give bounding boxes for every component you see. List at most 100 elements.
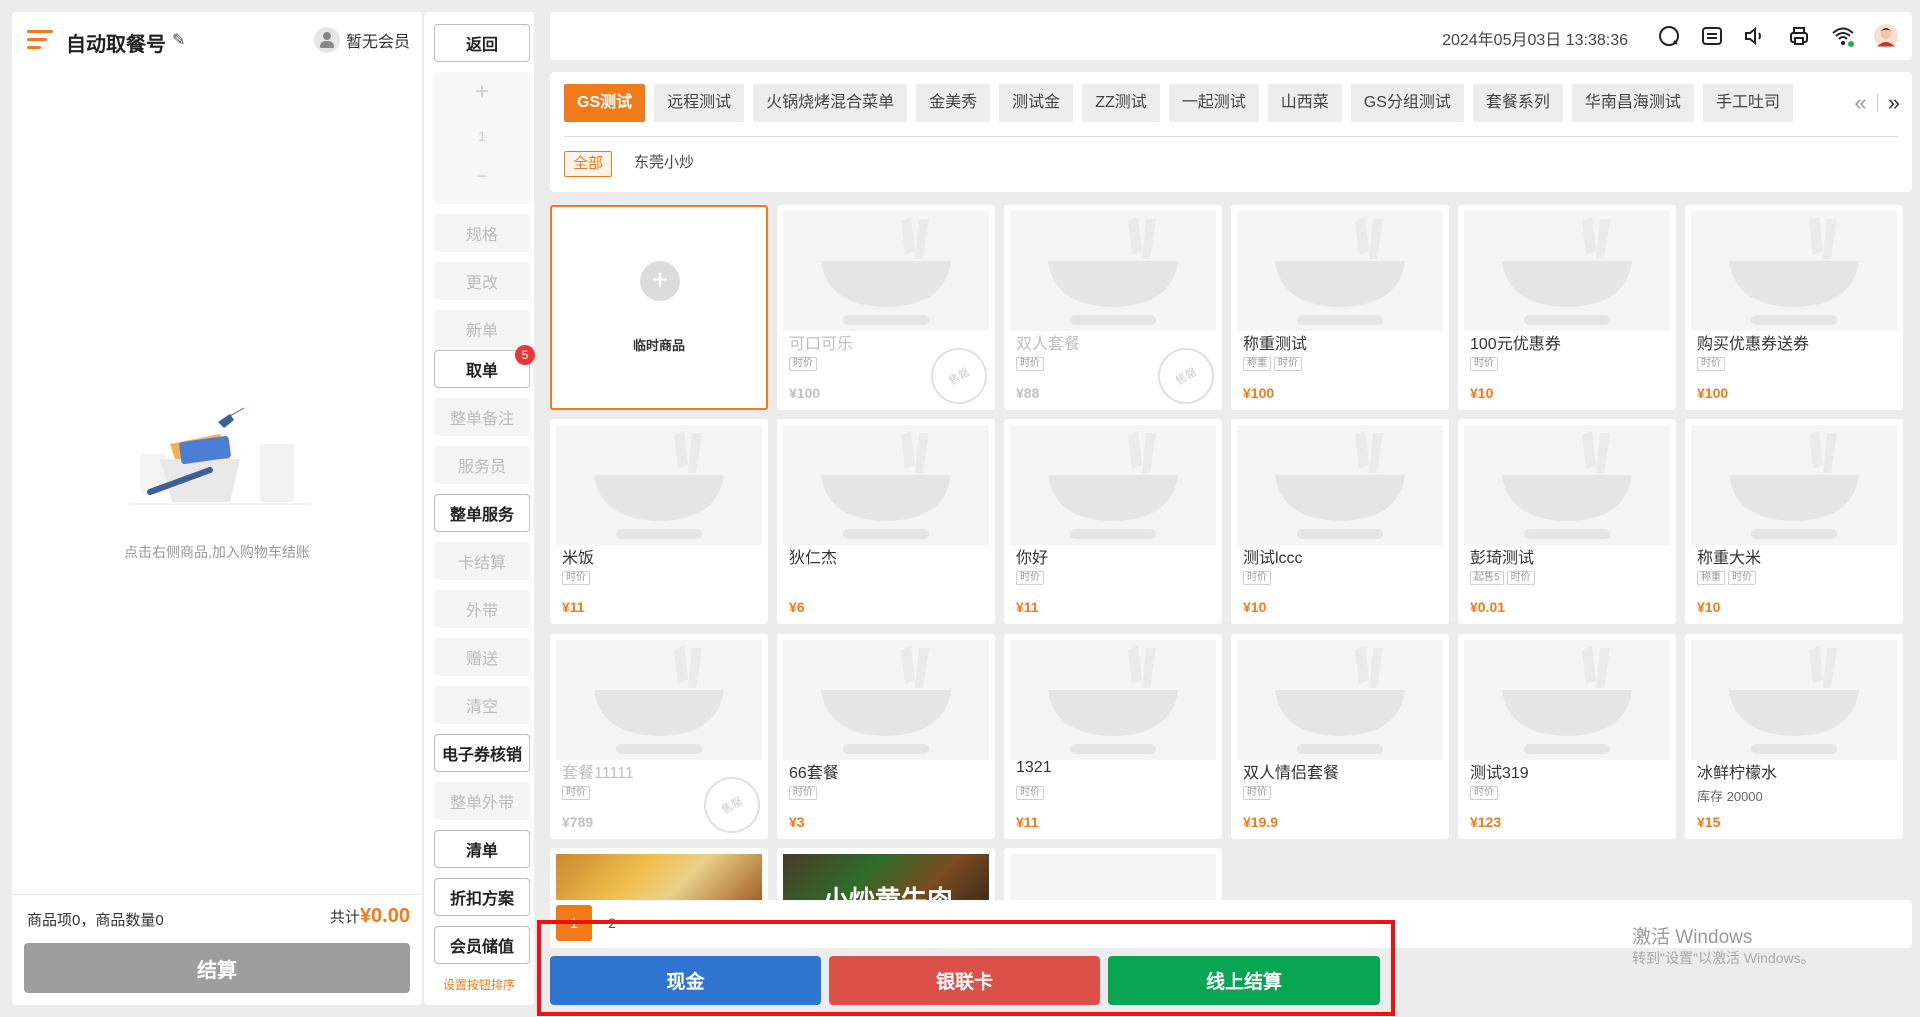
category-tab[interactable]: 火锅烧烤混合菜单 bbox=[753, 84, 908, 122]
cart-header: 自动取餐号 ✎ 暂无会员 bbox=[12, 12, 422, 68]
product-card[interactable]: 1321 时价 ¥11 bbox=[1004, 634, 1222, 839]
product-price: ¥100 bbox=[789, 385, 821, 401]
product-card[interactable]: 双人套餐 时价 ¥88 售罄 bbox=[1004, 205, 1222, 410]
product-card[interactable]: 套餐11111 时价 ¥789 售罄 bbox=[550, 634, 768, 839]
waiter-button[interactable]: 服务员 bbox=[434, 446, 530, 484]
category-tab[interactable]: 山西菜 bbox=[1267, 84, 1342, 122]
product-card[interactable] bbox=[1004, 848, 1222, 900]
product-card[interactable]: 小炒黄牛肉 bbox=[777, 848, 995, 900]
printer-icon[interactable] bbox=[1786, 23, 1812, 49]
category-next-icon[interactable]: » bbox=[1888, 90, 1900, 116]
product-name: 双人套餐 bbox=[1016, 336, 1081, 353]
windows-watermark-title: 激活 Windows bbox=[1632, 927, 1753, 948]
search-icon[interactable] bbox=[1656, 23, 1682, 49]
product-card[interactable]: 称重大米 称重 时价 ¥10 bbox=[1685, 419, 1903, 624]
product-name: 100元优惠券 bbox=[1470, 336, 1561, 353]
volume-icon[interactable] bbox=[1742, 23, 1768, 49]
product-card[interactable]: 双人情侣套餐 时价 ¥19.9 bbox=[1231, 634, 1449, 839]
order-takeout-button[interactable]: 整单外带 bbox=[434, 782, 530, 820]
member-deposit-button[interactable]: 会员储值 bbox=[434, 926, 530, 964]
product-card[interactable] bbox=[550, 848, 768, 900]
product-image bbox=[1010, 425, 1216, 545]
temp-item-card[interactable]: + 临时商品 bbox=[550, 205, 768, 410]
placeholder-image-icon bbox=[1502, 431, 1632, 539]
category-tab[interactable]: 一起测试 bbox=[1168, 84, 1259, 122]
product-tags: 时价 bbox=[562, 786, 590, 800]
category-tabs: GS测试 远程测试 火锅烧烤混合菜单 金美秀 测试金 ZZ测试 一起测试 山西菜 GS分组测试套… bbox=[564, 84, 1814, 122]
product-card[interactable]: 冰鲜柠檬水 库存 20000 ¥15 bbox=[1685, 634, 1903, 839]
product-card[interactable]: 测试319 时价 ¥123 bbox=[1458, 634, 1676, 839]
button-sort-link[interactable]: 设置按钮排序 bbox=[424, 976, 534, 993]
category-tab[interactable]: ZZ测试 bbox=[1082, 84, 1160, 122]
cart-summary: 商品项0，商品数量0 bbox=[27, 912, 164, 929]
placeholder-image-icon bbox=[1729, 431, 1859, 539]
gift-button[interactable]: 赠送 bbox=[434, 638, 530, 676]
order-service-button[interactable]: 整单服务 bbox=[434, 494, 530, 532]
product-card[interactable]: 米饭 时价 ¥11 bbox=[550, 419, 768, 624]
category-prev-icon[interactable]: « bbox=[1855, 90, 1867, 116]
member-label: 暂无会员 bbox=[345, 34, 410, 51]
category-tab[interactable]: 测试金 bbox=[999, 84, 1074, 122]
modify-button[interactable]: 更改 bbox=[434, 262, 530, 300]
placeholder-image-icon bbox=[1048, 431, 1178, 539]
cart-total: 共计¥0.00 bbox=[330, 905, 410, 928]
category-tab[interactable]: 套餐系列 bbox=[1472, 84, 1563, 122]
product-image bbox=[1010, 211, 1216, 331]
clear-button[interactable]: 清空 bbox=[434, 686, 530, 724]
product-price: ¥123 bbox=[1470, 814, 1502, 830]
qty-plus-button[interactable]: + bbox=[434, 78, 530, 106]
product-card[interactable]: 测试lccc 时价 ¥10 bbox=[1231, 419, 1449, 624]
product-tags: 时价 bbox=[1470, 357, 1498, 371]
product-tag: 时价 bbox=[1243, 786, 1271, 800]
product-tags: 称重 时价 bbox=[1243, 357, 1302, 371]
product-image bbox=[1237, 211, 1443, 331]
menu-icon[interactable] bbox=[27, 30, 53, 50]
discount-button[interactable]: 折扣方案 bbox=[434, 878, 530, 916]
qty-minus-button[interactable]: − bbox=[434, 166, 530, 187]
product-card[interactable]: 你好 时价 ¥11 bbox=[1004, 419, 1222, 624]
product-price: ¥11 bbox=[1016, 599, 1039, 615]
product-name: 称重大米 bbox=[1697, 550, 1762, 567]
list-icon[interactable] bbox=[1699, 23, 1725, 49]
product-card[interactable]: 100元优惠券 时价 ¥10 bbox=[1458, 205, 1676, 410]
user-avatar[interactable] bbox=[1870, 20, 1902, 52]
placeholder-image-icon bbox=[1729, 217, 1859, 325]
product-image bbox=[783, 211, 989, 331]
product-price: ¥3 bbox=[789, 814, 805, 830]
back-button[interactable]: 返回 bbox=[434, 24, 530, 62]
product-card[interactable]: 购买优惠券送券 时价 ¥100 bbox=[1685, 205, 1903, 410]
product-card[interactable]: 彭琦测试 起售5 时价 ¥0.01 bbox=[1458, 419, 1676, 624]
product-tag: 时价 bbox=[1506, 571, 1535, 585]
category-tab[interactable]: 手工吐司 bbox=[1702, 84, 1793, 122]
takeout-button[interactable]: 外带 bbox=[434, 590, 530, 628]
subcategory-tab[interactable]: 东莞小炒 bbox=[626, 151, 702, 177]
subcategory-tab[interactable]: 全部 bbox=[564, 151, 613, 177]
product-card[interactable]: 66套餐 时价 ¥3 bbox=[777, 634, 995, 839]
card-pay-button[interactable]: 卡结算 bbox=[434, 542, 530, 580]
product-card[interactable]: 称重测试 称重 时价 ¥100 bbox=[1231, 205, 1449, 410]
wifi-icon[interactable] bbox=[1830, 23, 1856, 49]
new-order-button[interactable]: 新单 bbox=[434, 310, 530, 348]
category-tab[interactable]: 金美秀 bbox=[916, 84, 991, 122]
product-tags: 时价 bbox=[1016, 571, 1044, 585]
placeholder-image-icon bbox=[1275, 431, 1405, 539]
category-tab[interactable]: 华南昌海测试 bbox=[1571, 84, 1694, 122]
category-tab[interactable]: 远程测试 bbox=[654, 84, 745, 122]
checkout-button[interactable]: 结算 bbox=[24, 943, 410, 993]
category-tab[interactable]: GS测试 bbox=[564, 84, 646, 122]
member-selector[interactable]: 暂无会员 bbox=[313, 26, 410, 54]
soldout-stamp: 售罄 bbox=[693, 766, 768, 839]
category-tab[interactable]: GS分组测试 bbox=[1350, 84, 1464, 122]
product-tag: 时价 bbox=[1470, 786, 1498, 800]
product-tags: 时价 bbox=[1697, 357, 1725, 371]
take-order-badge: 5 bbox=[515, 345, 535, 365]
product-card[interactable]: 可口可乐 时价 ¥100 售罄 bbox=[777, 205, 995, 410]
order-note-button[interactable]: 整单备注 bbox=[434, 398, 530, 436]
take-order-button[interactable]: 取单 5 bbox=[434, 345, 535, 388]
clear-list-button[interactable]: 清单 bbox=[434, 830, 530, 868]
spec-button[interactable]: 规格 bbox=[434, 214, 530, 252]
product-tag: 时价 bbox=[1016, 571, 1044, 585]
edit-icon[interactable]: ✎ bbox=[172, 30, 185, 50]
product-card[interactable]: 狄仁杰 ¥6 bbox=[777, 419, 995, 624]
ecoupon-button[interactable]: 电子券核销 bbox=[434, 734, 530, 772]
